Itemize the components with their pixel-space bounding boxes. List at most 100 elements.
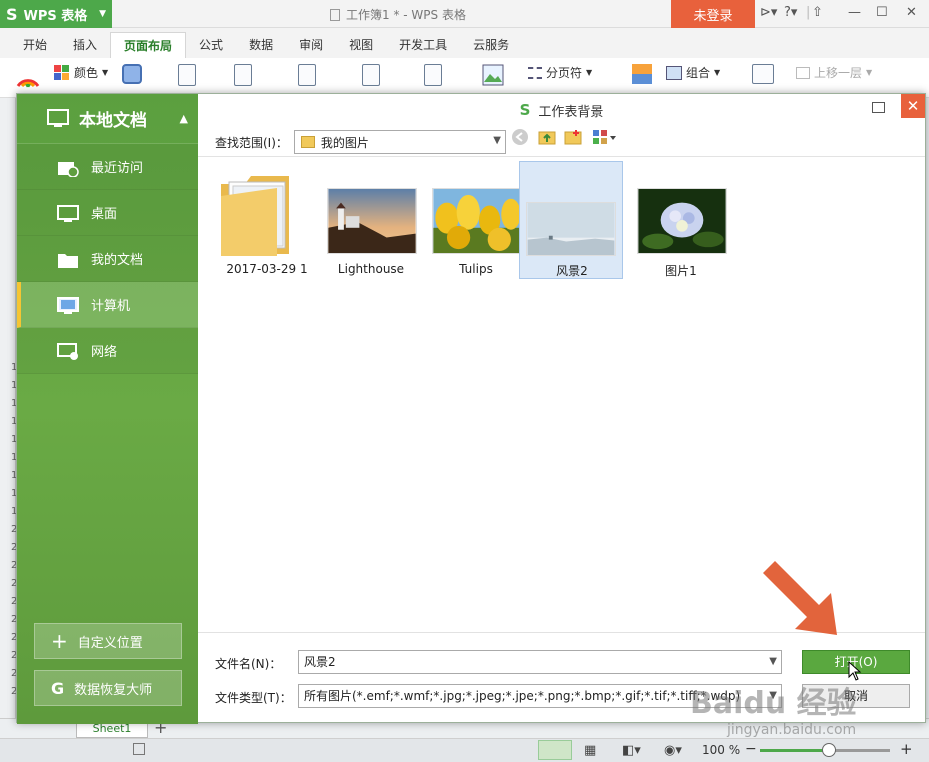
lighthouse-thumbnail	[327, 188, 417, 254]
document-icon	[330, 8, 340, 21]
sidebar-header[interactable]: 本地文档 ▲	[17, 94, 198, 144]
maximize-icon[interactable]: ☐	[876, 5, 888, 20]
reading-mode-icon[interactable]: ◧▾	[622, 743, 641, 758]
normal-view-icon[interactable]	[538, 740, 572, 760]
minimize-icon[interactable]: —	[848, 5, 861, 20]
sidebar-item-network[interactable]: 网络	[17, 328, 198, 374]
margins-icon	[178, 64, 196, 86]
page-break-button[interactable]: 分页符 ▼	[528, 64, 592, 81]
close-icon[interactable]: ✕	[906, 5, 917, 20]
ribbon-tab[interactable]: 插入	[60, 32, 110, 58]
selection-pane-button[interactable]	[752, 64, 774, 84]
chevron-down-icon: ▼	[99, 9, 106, 19]
file-item-folder[interactable]: 2017-03-29 1	[214, 161, 318, 279]
ribbon-tab[interactable]: 页面布局	[110, 32, 187, 58]
plus-icon: +	[51, 629, 68, 653]
print-titles-button[interactable]	[424, 64, 442, 86]
wps-logo-icon: S	[519, 101, 531, 119]
filetype-label: 文件类型(T)：	[215, 691, 292, 705]
zoom-in-icon[interactable]: +	[900, 740, 913, 758]
zoom-slider-fill	[760, 749, 832, 752]
chevron-down-icon: ▼	[769, 656, 777, 667]
sidebar-nav: 最近访问 桌面我的文档计算机网络	[17, 144, 198, 374]
sidebar-item-folder[interactable]: 我的文档	[17, 236, 198, 282]
skin-icon[interactable]: ⊳▾	[760, 5, 777, 20]
zoom-out-icon[interactable]: −	[745, 741, 757, 757]
file-item-tulips[interactable]: Tulips	[423, 161, 527, 279]
folder-icon	[221, 176, 289, 256]
monitor-icon	[47, 108, 69, 127]
ribbon-tab[interactable]: 云服务	[460, 32, 522, 58]
sidebar-item-label: 我的文档	[91, 253, 144, 268]
chevron-down-icon: ▼	[493, 135, 501, 146]
sidebar-item-desktop[interactable]: 桌面	[17, 190, 198, 236]
filename-label: 文件名(N)：	[215, 657, 282, 671]
align-icon	[632, 64, 652, 84]
look-in-row: 查找范围(I)： 我的图片 ▼	[215, 130, 506, 154]
align-button[interactable]	[632, 64, 652, 84]
dialog-sidebar: 本地文档 ▲ 最近访问 桌面我的文档计算机网络 + 自定义位置 G 数据恢复大师	[17, 94, 198, 724]
recovery-icon: G	[51, 678, 65, 698]
custom-location-button[interactable]: + 自定义位置	[34, 623, 182, 659]
color-button[interactable]: 颜色 ▼	[54, 64, 108, 81]
file-item-scenery2[interactable]: 风景2	[519, 161, 623, 279]
picture-icon	[482, 64, 504, 86]
dialog-maximize-icon[interactable]	[872, 102, 885, 113]
file-item-lighthouse[interactable]: Lighthouse	[318, 161, 422, 279]
bring-forward-button[interactable]: 上移一层 ▼	[796, 64, 872, 81]
title-bar: S WPS 表格 ▼ 工作簿1 * - WPS 表格 未登录 ⊳▾ ?▾ | ⇧…	[0, 0, 929, 28]
pointer-arrow-annotation	[763, 561, 837, 635]
ribbon-tabs: 开始 插入 页面布局 公式 数据 审阅 视图 开发工具 云服务	[0, 28, 929, 58]
look-in-label: 查找范围(I)：	[215, 135, 288, 150]
ribbon-tab[interactable]: 开始	[10, 32, 60, 58]
size-button[interactable]	[298, 64, 316, 86]
ribbon-tab[interactable]: 开发工具	[386, 32, 460, 58]
app-name: WPS 表格	[23, 8, 88, 24]
sidebar-item-label: 计算机	[91, 299, 131, 314]
rainbow-icon	[16, 79, 40, 88]
new-folder-icon[interactable]	[564, 128, 582, 146]
margins-button[interactable]	[178, 64, 196, 86]
data-recovery-button[interactable]: G 数据恢复大师	[34, 670, 182, 706]
eye-protect-icon[interactable]: ◉▾	[664, 743, 682, 758]
macro-icon[interactable]	[133, 743, 145, 755]
up-folder-icon[interactable]	[538, 128, 556, 146]
baidu-watermark: Baidu 经验	[690, 686, 857, 721]
print-titles-icon	[424, 64, 442, 86]
ribbon-tab[interactable]: 数据	[236, 32, 286, 58]
look-in-select[interactable]: 我的图片 ▼	[293, 130, 506, 154]
upload-icon[interactable]: ⇧	[812, 5, 823, 20]
back-icon[interactable]	[511, 128, 529, 146]
dialog-title: S 工作表背景	[519, 101, 604, 120]
ribbon-tab[interactable]: 视图	[336, 32, 386, 58]
theme-button[interactable]	[16, 64, 40, 88]
computer-icon	[57, 296, 79, 314]
separator: |	[806, 5, 811, 20]
view-menu-icon[interactable]	[592, 128, 618, 146]
ribbon-tab[interactable]: 审阅	[286, 32, 336, 58]
file-item-picture1[interactable]: 图片1	[628, 161, 732, 279]
print-area-icon	[362, 64, 380, 86]
page-break-view-icon[interactable]: ▦	[584, 743, 596, 758]
group-button[interactable]: 组合 ▼	[666, 64, 720, 81]
help-icon[interactable]: ?▾	[784, 5, 797, 20]
zoom-slider-thumb[interactable]	[822, 743, 836, 757]
bring-forward-icon	[796, 66, 810, 79]
print-area-button[interactable]	[362, 64, 380, 86]
ribbon-toolbar: 颜色 ▼ 分页符 ▼ 组合 ▼ 上移一层 ▼	[0, 58, 929, 98]
filename-input[interactable]: 风景2 ▼	[298, 650, 782, 674]
sidebar-item-recent-folder[interactable]: 最近访问	[17, 144, 198, 190]
scenery-thumbnail	[526, 202, 616, 256]
sidebar-item-computer[interactable]: 计算机	[17, 282, 198, 328]
desktop-icon	[57, 204, 79, 222]
recent-folder-icon	[57, 159, 79, 178]
effects-icon	[122, 64, 142, 84]
ribbon-tab[interactable]: 公式	[186, 32, 236, 58]
effects-button[interactable]	[122, 64, 142, 84]
app-menu-button[interactable]: S WPS 表格 ▼	[0, 0, 112, 28]
login-button[interactable]: 未登录	[671, 0, 755, 28]
dialog-close-icon[interactable]: ✕	[901, 94, 925, 118]
orientation-button[interactable]	[234, 64, 252, 86]
sidebar-item-label: 网络	[91, 345, 118, 360]
background-button[interactable]	[482, 64, 504, 86]
